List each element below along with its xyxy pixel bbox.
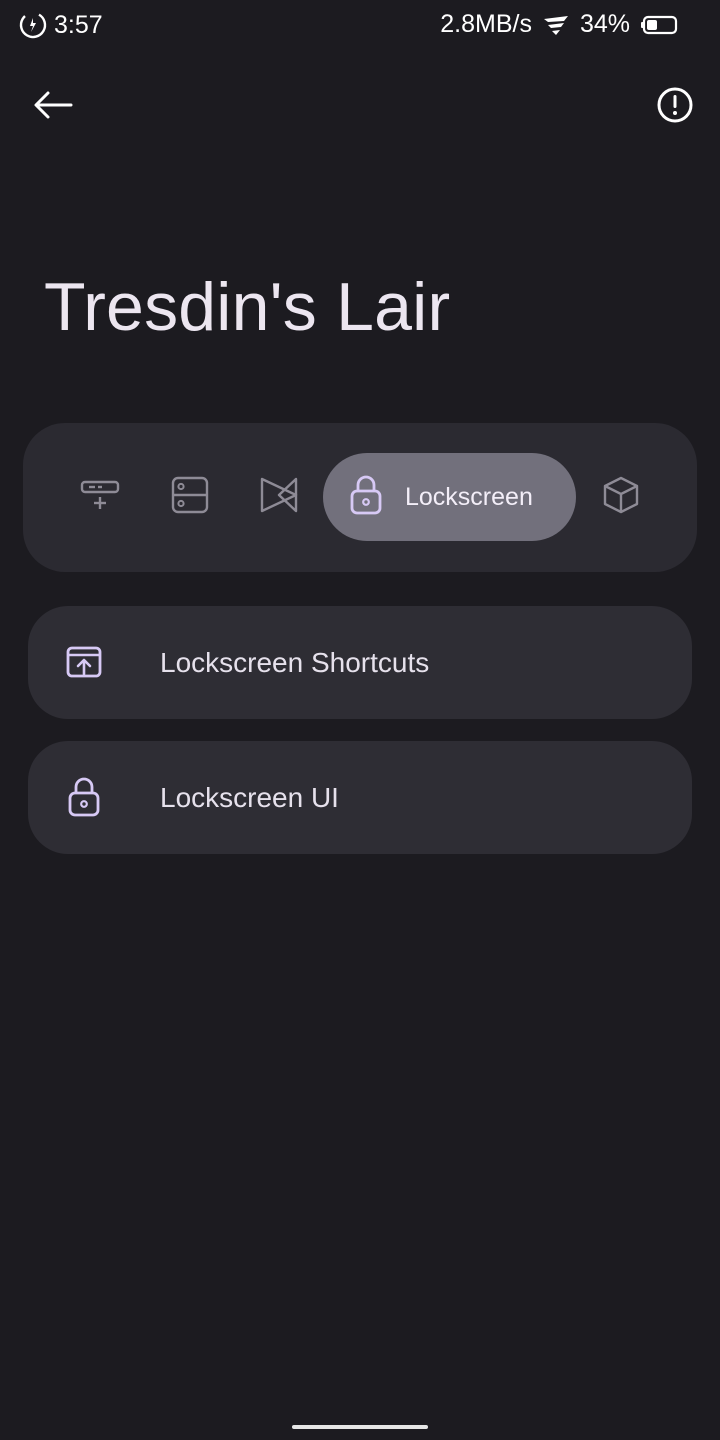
wifi-icon	[542, 13, 570, 37]
tab-media[interactable]	[254, 453, 304, 541]
status-right: 2.8MB/s 34%	[440, 10, 678, 39]
media-player-icon	[259, 475, 299, 520]
list-item-lockscreen-shortcuts[interactable]: Lockscreen Shortcuts	[28, 606, 692, 719]
back-button[interactable]	[28, 82, 78, 132]
info-icon	[656, 86, 694, 129]
status-time: 3:57	[54, 10, 103, 39]
arrow-back-icon	[33, 90, 73, 125]
tab-add-panel[interactable]	[75, 453, 125, 541]
lock-icon	[349, 474, 383, 521]
tab-cube[interactable]	[596, 453, 646, 541]
list-item-label: Lockscreen Shortcuts	[160, 646, 430, 678]
shortcut-upload-icon	[64, 642, 104, 682]
cube-icon	[601, 475, 641, 520]
tab-strip: Lockscreen	[23, 423, 697, 572]
add-panel-icon	[80, 478, 120, 517]
tab-lockscreen[interactable]: Lockscreen	[323, 453, 576, 541]
page-title: Tresdin's Lair	[44, 269, 451, 345]
status-left: 3:57	[18, 10, 103, 40]
lock-icon	[64, 777, 104, 817]
tab-label: Lockscreen	[405, 482, 533, 511]
list-item-lockscreen-ui[interactable]: Lockscreen UI	[28, 741, 692, 854]
network-speed: 2.8MB/s	[440, 10, 532, 38]
list-item-label: Lockscreen UI	[160, 781, 339, 813]
battery-icon	[640, 14, 678, 36]
info-button[interactable]	[650, 82, 700, 132]
battery-percent: 34%	[579, 10, 630, 38]
tab-storage[interactable]	[165, 453, 215, 541]
data-saver-icon	[18, 10, 48, 40]
home-indicator[interactable]	[292, 1425, 428, 1429]
storage-icon	[170, 475, 210, 520]
status-bar: 3:57 2.8MB/s 34%	[0, 0, 720, 54]
